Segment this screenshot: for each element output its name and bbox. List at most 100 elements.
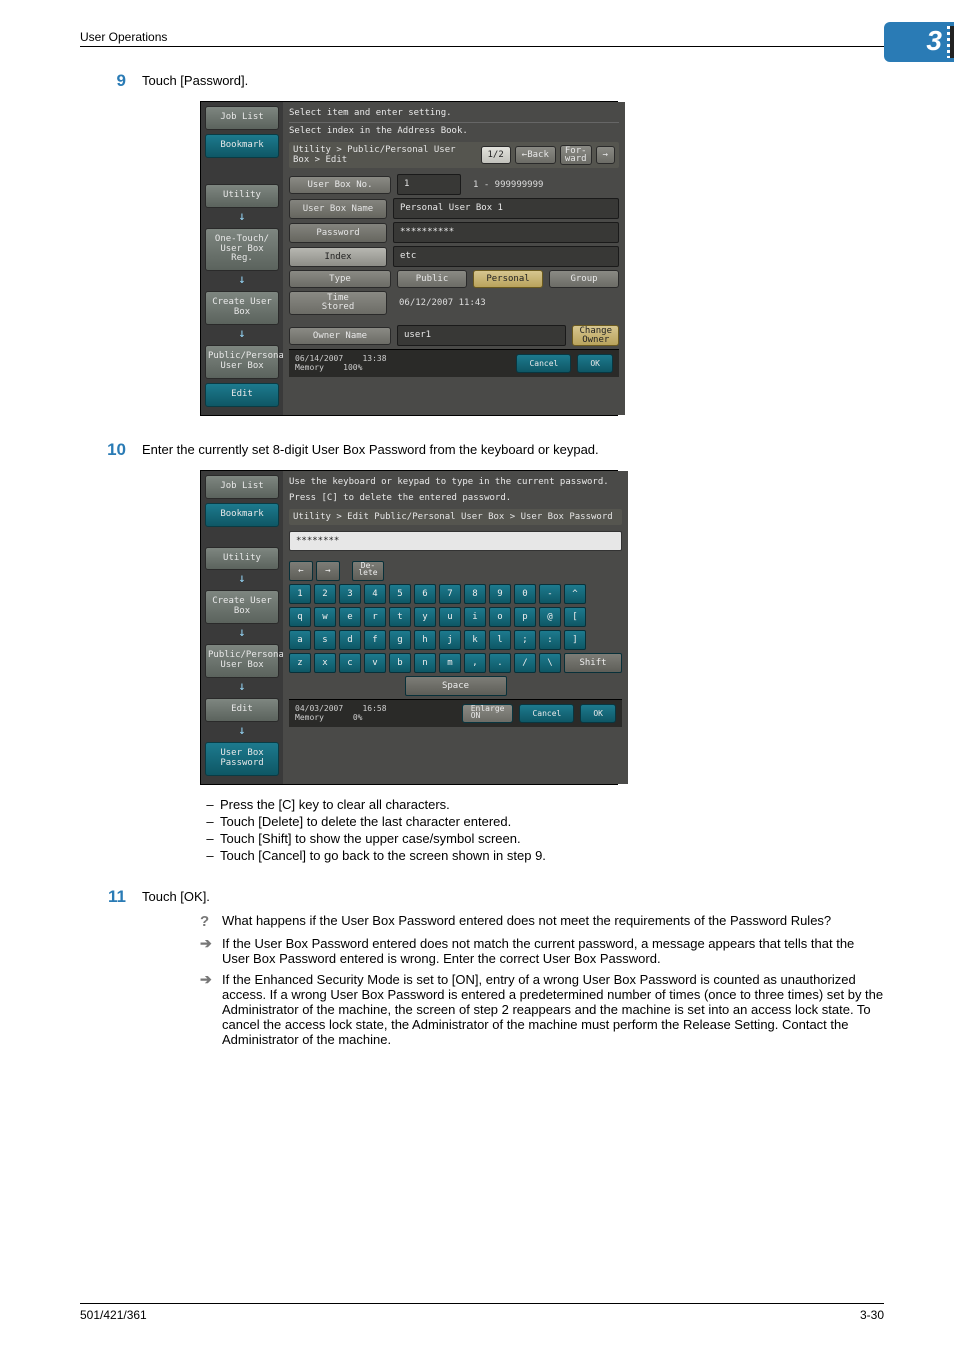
key-g[interactable]: g	[389, 630, 411, 650]
key-a[interactable]: a	[289, 630, 311, 650]
delete-button[interactable]: De- lete	[352, 561, 384, 581]
edit-button[interactable]: Edit	[205, 383, 279, 407]
key-t[interactable]: t	[389, 607, 411, 627]
type-public-button[interactable]: Public	[397, 270, 467, 288]
key-l[interactable]: l	[489, 630, 511, 650]
key-b[interactable]: b	[389, 653, 411, 673]
back-button[interactable]: ←Back	[515, 146, 556, 164]
key-7[interactable]: 7	[439, 584, 461, 604]
instruction-text: Select item and enter setting.	[289, 106, 619, 122]
user-box-password-button[interactable]: User Box Password	[205, 742, 279, 776]
public-personal-box-button[interactable]: Public/Personal User Box	[205, 644, 279, 678]
key-4[interactable]: 4	[364, 584, 386, 604]
key-j[interactable]: j	[439, 630, 461, 650]
key-2[interactable]: 2	[314, 584, 336, 604]
type-personal-button[interactable]: Personal	[473, 270, 543, 288]
one-touch-button[interactable]: One-Touch/ User Box Reg.	[205, 228, 279, 272]
key-/[interactable]: /	[514, 653, 536, 673]
key-r[interactable]: r	[364, 607, 386, 627]
key-m[interactable]: m	[439, 653, 461, 673]
utility-button[interactable]: Utility	[205, 184, 279, 208]
forward-button[interactable]: For- ward	[560, 145, 592, 165]
screenshot-edit-box: Job List Bookmark Utility ↓ One-Touch/ U…	[200, 101, 618, 416]
key-p[interactable]: p	[514, 607, 536, 627]
shift-key[interactable]: Shift	[564, 653, 622, 673]
key-n[interactable]: n	[414, 653, 436, 673]
key-w[interactable]: w	[314, 607, 336, 627]
utility-button[interactable]: Utility	[205, 547, 279, 571]
bookmark-button[interactable]: Bookmark	[205, 134, 279, 158]
ok-button[interactable]: OK	[580, 704, 616, 723]
page-indicator: 1/2	[481, 146, 511, 164]
step-number-9: 9	[80, 71, 142, 91]
key-1[interactable]: 1	[289, 584, 311, 604]
key-][interactable]: ]	[564, 630, 586, 650]
key-k[interactable]: k	[464, 630, 486, 650]
ok-button[interactable]: OK	[577, 354, 613, 373]
user-box-no-range: 1 - 999999999	[467, 176, 619, 194]
next-arrow-button[interactable]: →	[596, 146, 615, 164]
keyboard-row-q: qwertyuiop@[	[289, 607, 622, 627]
key-c[interactable]: c	[339, 653, 361, 673]
key-5[interactable]: 5	[389, 584, 411, 604]
index-value: etc	[393, 246, 619, 267]
create-user-box-button[interactable]: Create User Box	[205, 291, 279, 325]
key-9[interactable]: 9	[489, 584, 511, 604]
edit-button[interactable]: Edit	[205, 698, 279, 722]
down-arrow-icon: ↓	[205, 724, 279, 736]
cancel-button[interactable]: Cancel	[516, 354, 571, 373]
key-;[interactable]: ;	[514, 630, 536, 650]
job-list-button[interactable]: Job List	[205, 106, 279, 130]
create-user-box-button[interactable]: Create User Box	[205, 590, 279, 624]
step-number-11: 11	[80, 887, 142, 907]
space-key[interactable]: Space	[405, 676, 507, 696]
key-f[interactable]: f	[364, 630, 386, 650]
password-input[interactable]: ********	[289, 531, 622, 551]
key--[interactable]: -	[539, 584, 561, 604]
arrow-right-icon: ➔	[200, 972, 222, 1047]
key-q[interactable]: q	[289, 607, 311, 627]
question-text: What happens if the User Box Password en…	[222, 913, 884, 930]
key-3[interactable]: 3	[339, 584, 361, 604]
key-,[interactable]: ,	[464, 653, 486, 673]
key-i[interactable]: i	[464, 607, 486, 627]
type-group-button[interactable]: Group	[549, 270, 619, 288]
key-d[interactable]: d	[339, 630, 361, 650]
key-:[interactable]: :	[539, 630, 561, 650]
key-u[interactable]: u	[439, 607, 461, 627]
answer-text: If the Enhanced Security Mode is set to …	[222, 972, 884, 1047]
change-owner-button[interactable]: Change Owner	[572, 325, 619, 346]
key-y[interactable]: y	[414, 607, 436, 627]
key-.[interactable]: .	[489, 653, 511, 673]
cursor-right-button[interactable]: →	[316, 561, 340, 581]
key-o[interactable]: o	[489, 607, 511, 627]
key-^[interactable]: ^	[564, 584, 586, 604]
status-memory-label: Memory	[295, 363, 324, 372]
key-\[interactable]: \	[539, 653, 561, 673]
job-list-button[interactable]: Job List	[205, 475, 279, 499]
key-e[interactable]: e	[339, 607, 361, 627]
status-date: 04/03/2007	[295, 704, 343, 713]
bookmark-button[interactable]: Bookmark	[205, 503, 279, 527]
type-label: Type	[289, 270, 391, 288]
public-personal-box-button[interactable]: Public/Personal User Box	[205, 345, 279, 379]
key-x[interactable]: x	[314, 653, 336, 673]
key-0[interactable]: 0	[514, 584, 536, 604]
key-@[interactable]: @	[539, 607, 561, 627]
password-value: **********	[393, 222, 619, 243]
cancel-button[interactable]: Cancel	[519, 704, 574, 723]
key-s[interactable]: s	[314, 630, 336, 650]
key-h[interactable]: h	[414, 630, 436, 650]
key-[[interactable]: [	[564, 607, 586, 627]
password-button[interactable]: Password	[289, 223, 387, 243]
key-8[interactable]: 8	[464, 584, 486, 604]
user-box-name-button[interactable]: User Box Name	[289, 199, 387, 219]
key-z[interactable]: z	[289, 653, 311, 673]
key-v[interactable]: v	[364, 653, 386, 673]
keyboard-row-a: asdfghjkl;:]	[289, 630, 622, 650]
cursor-left-button[interactable]: ←	[289, 561, 313, 581]
step-text-9: Touch [Password].	[142, 71, 884, 91]
enlarge-button[interactable]: Enlarge ON	[462, 704, 514, 723]
key-6[interactable]: 6	[414, 584, 436, 604]
index-button[interactable]: Index	[289, 247, 387, 267]
